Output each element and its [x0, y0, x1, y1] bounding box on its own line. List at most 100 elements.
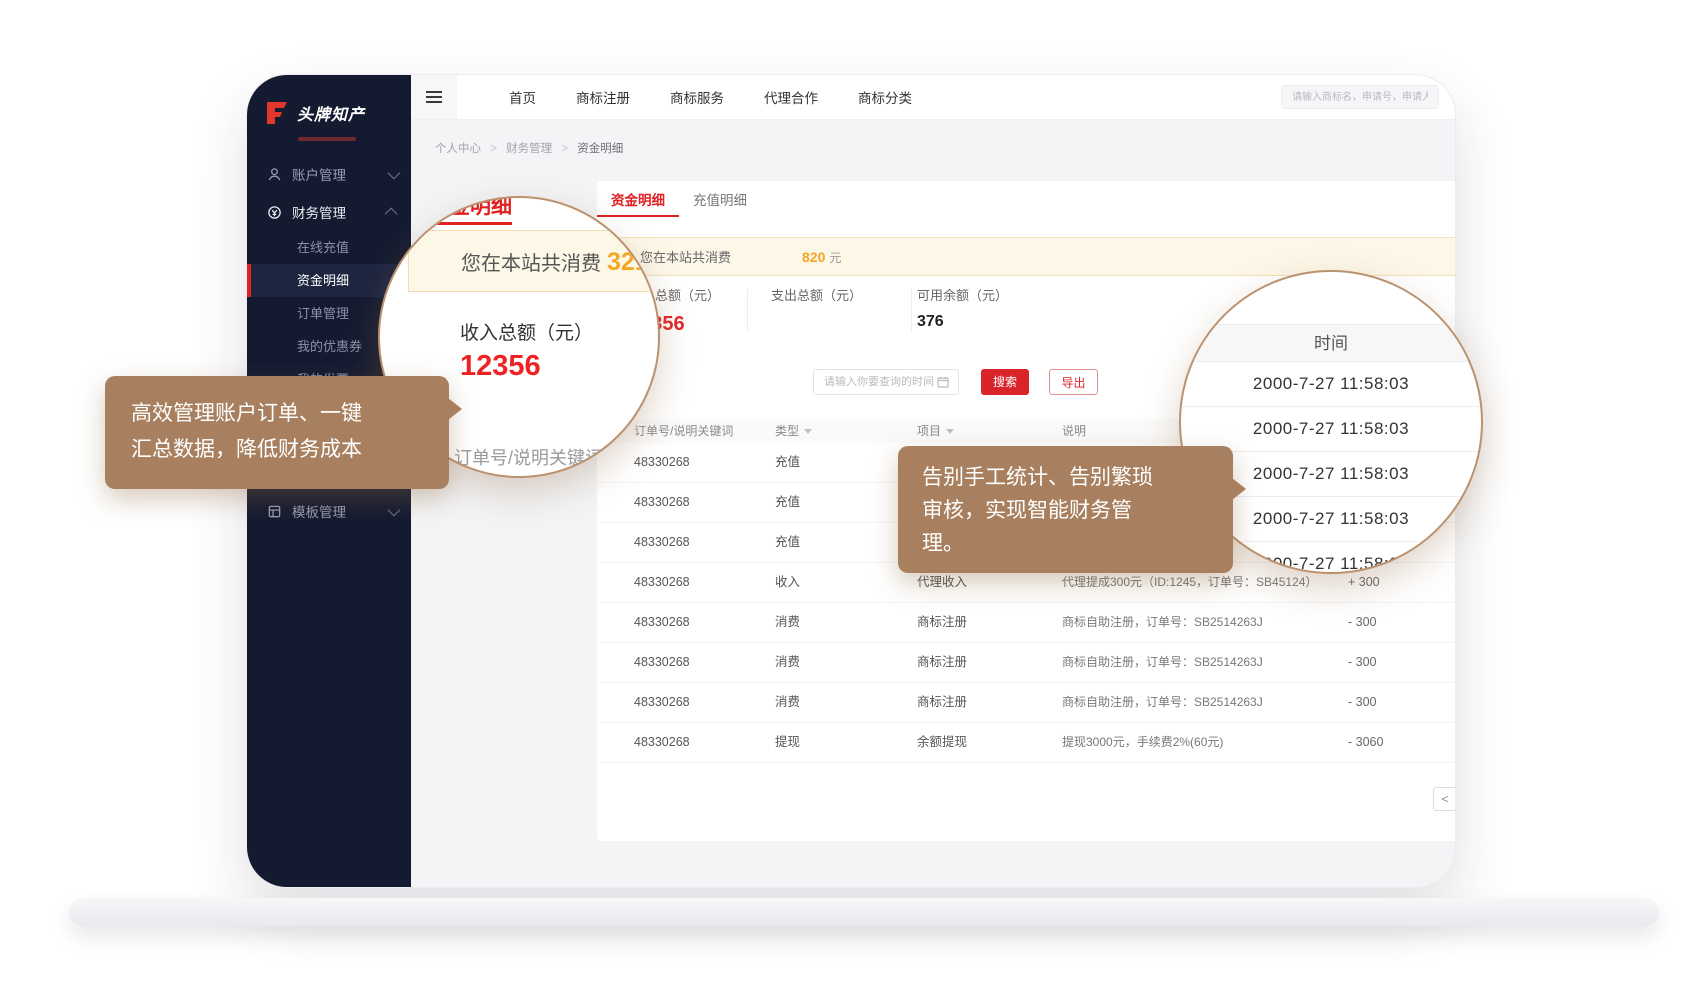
sidebar-item-account[interactable]: 账户管理 — [247, 155, 411, 193]
tab-funds-detail[interactable]: 资金明细 — [597, 187, 679, 217]
magnified-banner-amount: 32124 — [607, 248, 660, 276]
cell-amount: - 300 — [1332, 603, 1424, 642]
trademark-search-input[interactable] — [1281, 85, 1439, 109]
breadcrumb-separator: > — [561, 143, 568, 155]
cell-type: 消费 — [775, 643, 917, 682]
cell-type: 消费 — [775, 683, 917, 722]
cell-description: 商标自助注册，订单号：SB2514263J — [1062, 603, 1332, 642]
magnified-table-header: 订单号/说明关键词 — [454, 444, 603, 470]
finance-icon — [267, 205, 282, 220]
tooltip-line: 高效管理账户订单、一键 — [131, 396, 449, 432]
chevron-down-icon — [388, 503, 401, 516]
detail-tabs: 资金明细 充值明细 — [597, 187, 761, 217]
cell-project: 商标注册 — [917, 683, 1062, 722]
cell-amount: - 3060 — [1332, 723, 1424, 762]
table-row: 48330268 提现 余额提现 提现3000元，手续费2%(60元) - 30… — [597, 723, 1455, 763]
chevron-up-icon — [385, 207, 398, 220]
magnified-banner: 您在本站共消费32124元 — [408, 230, 660, 292]
tab-recharge-detail[interactable]: 充值明细 — [679, 187, 761, 217]
topnav-item[interactable]: 代理合作 — [764, 87, 818, 107]
cell-amount: - 300 — [1332, 643, 1424, 682]
magnified-income-value: 12356 — [460, 350, 541, 383]
stat-divider — [911, 289, 912, 331]
pagination-prev[interactable]: < — [1433, 787, 1455, 811]
brand-name: 头牌知产 — [297, 101, 365, 125]
search-button[interactable]: 搜索 — [981, 369, 1029, 395]
stat-divider — [747, 289, 748, 331]
template-icon — [267, 504, 282, 519]
cell-project: 余额提现 — [917, 723, 1062, 762]
cell-order-no: 48330268 — [634, 483, 775, 522]
cell-type: 充值 — [775, 483, 917, 522]
topnav-item[interactable]: 首页 — [509, 87, 536, 107]
sidebar-item-template[interactable]: 模板管理 — [247, 492, 411, 530]
tooltip-right: 告别手工统计、告别繁琐 审核，实现智能财务管 理。 — [898, 446, 1233, 573]
cell-balance: ¥ 12231 — [1424, 683, 1455, 722]
pagination: < 1 2 3 4 5 > — [1433, 787, 1455, 811]
banner-amount: 820 — [802, 249, 825, 265]
cell-balance: ¥ 12231 — [1424, 643, 1455, 682]
magnified-income-label: 收入总额（元） — [460, 318, 593, 345]
sidebar-item-label: 账户管理 — [292, 164, 378, 184]
breadcrumb: 个人中心 > 财务管理 > 资金明细 — [411, 120, 1455, 156]
chevron-down-icon — [388, 166, 401, 179]
header-type[interactable]: 类型 — [775, 419, 917, 443]
stat-balance: 可用余额（元） 376 — [917, 285, 1008, 331]
cell-order-no: 48330268 — [634, 603, 775, 642]
top-navbar: 首页 商标注册 商标服务 代理合作 商标分类 — [411, 75, 1455, 120]
breadcrumb-section[interactable]: 财务管理 — [506, 143, 552, 155]
breadcrumb-separator: > — [490, 143, 497, 155]
brand-logo-icon — [265, 102, 289, 124]
table-row: 48330268 消费 商标注册 商标自助注册，订单号：SB2514263J -… — [597, 603, 1455, 643]
magnified-time-cell: 2000-7-27 11:58:03 — [1181, 407, 1481, 452]
magnified-time-cell: 2000-7-27 11:58:03 — [1181, 362, 1481, 407]
export-button[interactable]: 导出 — [1049, 369, 1098, 395]
cell-type: 充值 — [775, 523, 917, 562]
tooltip-line: 审核，实现智能财务管 — [922, 494, 1233, 527]
sort-caret-icon[interactable] — [946, 429, 954, 434]
banner-label: 您在本站共消费 — [640, 238, 802, 277]
cell-description: 商标自助注册，订单号：SB2514263J — [1062, 643, 1332, 682]
cell-type: 消费 — [775, 603, 917, 642]
hamburger-menu-icon[interactable] — [411, 75, 457, 119]
stat-label: 支出总额（元） — [771, 285, 862, 304]
sidebar-item-label: 模板管理 — [292, 501, 378, 521]
tooltip-left: 高效管理账户订单、一键 汇总数据，降低财务成本 — [105, 376, 449, 489]
laptop-base — [69, 898, 1659, 926]
sidebar-item-label: 财务管理 — [292, 202, 378, 222]
cell-type: 充值 — [775, 443, 917, 482]
topnav-menu: 首页 商标注册 商标服务 代理合作 商标分类 — [509, 87, 912, 107]
brand-logo[interactable]: 头牌知产 — [247, 75, 411, 135]
sort-caret-icon[interactable] — [804, 429, 812, 434]
cell-order-no: 48330268 — [634, 523, 775, 562]
calendar-icon[interactable] — [937, 376, 949, 388]
user-icon — [267, 167, 282, 182]
brand-subtext — [298, 137, 356, 141]
table-row: 48330268 消费 商标注册 商标自助注册，订单号：SB2514263J -… — [597, 643, 1455, 683]
sidebar-subitem[interactable]: 在线充值 — [247, 231, 411, 264]
topnav-item[interactable]: 商标服务 — [670, 87, 724, 107]
cell-order-no: 48330268 — [634, 643, 775, 682]
topnav-item[interactable]: 商标分类 — [858, 87, 912, 107]
cell-balance: ¥ 12231 — [1424, 723, 1455, 762]
cell-description: 商标自助注册，订单号：SB2514263J — [1062, 683, 1332, 722]
cell-type: 提现 — [775, 723, 917, 762]
cell-description: 提现3000元，手续费2%(60元) — [1062, 723, 1332, 762]
cell-project: 商标注册 — [917, 603, 1062, 642]
stat-expense: 支出总额（元） — [771, 285, 862, 313]
sidebar-item-finance[interactable]: 财务管理 — [247, 193, 411, 231]
cell-project: 商标注册 — [917, 643, 1062, 682]
tooltip-line: 汇总数据，降低财务成本 — [131, 432, 449, 468]
cell-amount: - 300 — [1332, 683, 1424, 722]
cell-order-no: 48330268 — [634, 683, 775, 722]
topnav-item[interactable]: 商标注册 — [576, 87, 630, 107]
breadcrumb-current: 资金明细 — [577, 143, 623, 155]
banner-unit: 元 — [829, 251, 841, 265]
cell-order-no: 48330268 — [634, 563, 775, 602]
header-project[interactable]: 项目 — [917, 419, 1062, 443]
magnified-banner-label: 您在本站共消费 — [461, 253, 601, 275]
breadcrumb-home[interactable]: 个人中心 — [435, 143, 481, 155]
page: 头牌知产 账户管理 财务管理 在线充值 — [0, 0, 1696, 1002]
cell-order-no: 48330268 — [634, 443, 775, 482]
header-order: 订单号/说明关键词 — [634, 419, 775, 443]
